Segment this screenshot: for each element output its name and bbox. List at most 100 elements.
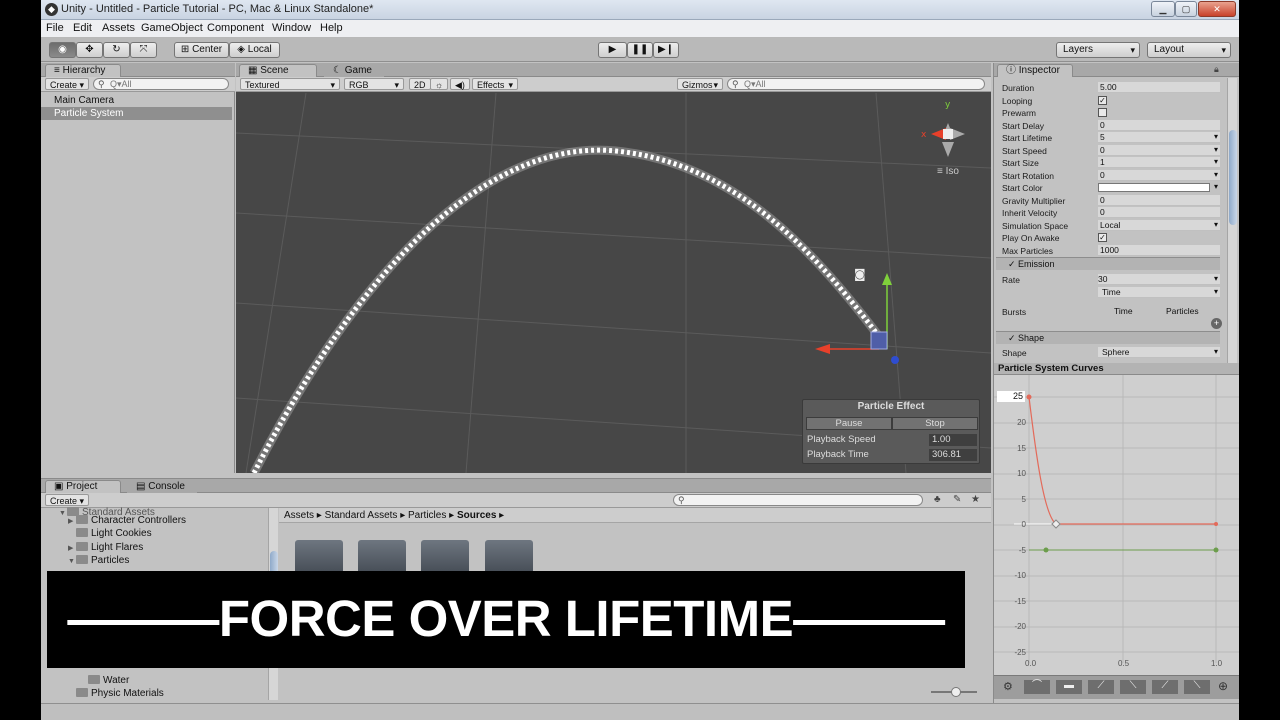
play-button[interactable]: ▶ — [598, 42, 627, 58]
scene-search-input[interactable]: Q▾All — [727, 78, 985, 90]
curve-max-field[interactable]: 25 — [997, 391, 1025, 402]
preset-curve-6-icon[interactable]: ⟍ — [1184, 680, 1210, 694]
preset-curve-2-icon[interactable]: ▬ — [1056, 680, 1082, 694]
tab-hierarchy[interactable]: ≡ Hierarchy — [45, 64, 121, 77]
tab-inspector[interactable]: ⓘ Inspector — [997, 64, 1073, 77]
curve-key-end[interactable] — [1214, 522, 1218, 526]
effects-dropdown[interactable]: Effects — [472, 78, 518, 91]
curve-key-green-b[interactable] — [1213, 547, 1219, 553]
lighting-sun-icon[interactable]: ☼ — [430, 78, 449, 90]
menu-window[interactable]: Window — [272, 22, 311, 34]
tab-game[interactable]: ☾ Game — [324, 64, 384, 77]
emission-rate-mode-dropdown[interactable]: Time — [1098, 286, 1220, 298]
tree-light-cookies[interactable]: Light Cookies — [68, 528, 152, 541]
hierarchy-item-main-camera[interactable]: Main Camera — [41, 94, 232, 107]
presets-add-icon[interactable]: ⊕ — [1218, 679, 1228, 693]
shape-dropdown[interactable]: Sphere — [1098, 346, 1220, 358]
prop-checkbox[interactable] — [1098, 108, 1107, 117]
tab-scene[interactable]: ▦ Scene — [239, 64, 317, 77]
prop-value-field[interactable]: 0 — [1098, 144, 1220, 156]
asset-folder-1-icon[interactable] — [295, 540, 343, 574]
prop-value-field[interactable]: 5.00 — [1098, 82, 1220, 93]
particle-emitter-cube[interactable] — [870, 331, 888, 350]
add-burst-plus-icon[interactable]: + — [1211, 318, 1222, 329]
prop-value-field[interactable]: 0 — [1098, 194, 1220, 206]
icon-size-slider-knob[interactable] — [951, 687, 961, 697]
prop-value-field[interactable]: 0 — [1098, 207, 1220, 218]
project-search-input[interactable] — [673, 494, 923, 506]
tab-project[interactable]: ▣ Project — [45, 480, 121, 493]
menu-edit[interactable]: Edit — [73, 22, 92, 34]
curve-editor[interactable] — [994, 375, 1239, 675]
particle-pause-button[interactable]: Pause — [806, 417, 892, 430]
orientation-gizmo[interactable]: y x — [921, 100, 965, 157]
menu-gameobject[interactable]: GameObject — [141, 22, 203, 34]
curve-key-start[interactable] — [1026, 394, 1032, 400]
layers-dropdown[interactable]: Layers — [1056, 42, 1140, 58]
breadcrumb-sources[interactable]: Sources — [457, 510, 496, 521]
lock-icon[interactable]: 🔒︎ — [1214, 64, 1219, 75]
menu-help[interactable]: Help — [320, 22, 343, 34]
view-tool-eye-icon[interactable]: ◉ — [49, 42, 76, 58]
move-tool-icon[interactable]: ✥ — [76, 42, 103, 58]
maximize-button[interactable]: ▢ — [1175, 1, 1197, 17]
pause-button[interactable]: ❚❚ — [627, 42, 653, 58]
curve-key-green-a[interactable] — [1043, 547, 1049, 553]
prop-checkbox[interactable]: ✓ — [1098, 95, 1107, 105]
prop-value-field[interactable]: Local — [1098, 219, 1220, 231]
pivot-center-button[interactable]: ⊞ Center — [174, 42, 229, 58]
step-button[interactable]: ▶❙ — [653, 42, 679, 58]
menu-component[interactable]: Component — [207, 22, 264, 34]
favorite-star-icon[interactable]: ★ — [971, 494, 980, 505]
playback-time-field[interactable]: 306.81 — [929, 449, 977, 461]
pivot-space-button[interactable]: ◈ Local — [229, 42, 280, 58]
preset-curve-5-icon[interactable]: ⟋ — [1152, 680, 1178, 694]
filter-label-icon[interactable]: ✎ — [953, 494, 961, 505]
close-button[interactable]: ✕ — [1198, 1, 1236, 17]
inspector-scroll-thumb[interactable] — [1229, 130, 1237, 225]
inspector-scrollbar[interactable] — [1227, 78, 1237, 363]
prop-value-field[interactable]: 0 — [1098, 169, 1220, 181]
tree-character-controllers[interactable]: ▶ Character Controllers — [68, 515, 186, 528]
gizmo-z-handle[interactable] — [891, 356, 899, 364]
tree-water[interactable]: Water — [88, 675, 129, 688]
render-mode-dropdown[interactable]: Textured — [240, 78, 340, 91]
rotate-tool-icon[interactable]: ↻ — [103, 42, 130, 58]
gizmo-x-arrow[interactable] — [815, 344, 830, 354]
breadcrumb-particles[interactable]: Particles — [408, 510, 446, 521]
tab-console[interactable]: ▤ Console — [127, 480, 197, 493]
presets-gear-icon[interactable]: ⚙ — [1003, 680, 1013, 693]
particle-stop-button[interactable]: Stop — [892, 417, 978, 430]
minimize-button[interactable]: ▁ — [1151, 1, 1175, 17]
breadcrumb-assets[interactable]: Assets — [284, 510, 314, 521]
tree-particles[interactable]: ▼ Particles — [68, 555, 129, 568]
hierarchy-item-particle-system[interactable]: Particle System — [41, 107, 232, 120]
prop-value-field[interactable]: 5 — [1098, 131, 1220, 143]
asset-folder-3-icon[interactable] — [421, 540, 469, 574]
project-create-button[interactable]: Create ▾ — [45, 494, 90, 506]
playback-speed-field[interactable]: 1.00 — [929, 434, 977, 446]
preset-curve-4-icon[interactable]: ⟍ — [1120, 680, 1146, 694]
toggle-2d-button[interactable]: 2D — [409, 78, 431, 90]
prop-color-field[interactable] — [1098, 181, 1220, 193]
prop-value-field[interactable]: 1 — [1098, 156, 1220, 168]
asset-folder-2-icon[interactable] — [358, 540, 406, 574]
scale-tool-icon[interactable]: ⤧ — [130, 42, 157, 58]
color-mode-dropdown[interactable]: RGB — [344, 78, 404, 91]
tree-light-flares[interactable]: ▶ Light Flares — [68, 542, 143, 555]
shape-section-header[interactable]: ✓ Shape — [996, 331, 1220, 344]
emission-section-header[interactable]: ✓ Emission — [996, 257, 1220, 270]
layout-dropdown[interactable]: Layout — [1147, 42, 1231, 58]
projection-label[interactable]: ≡ Iso — [937, 166, 959, 177]
prop-checkbox[interactable]: ✓ — [1098, 233, 1107, 242]
menu-assets[interactable]: Assets — [102, 22, 135, 34]
breadcrumb-standard-assets[interactable]: Standard Assets — [325, 510, 398, 521]
menu-file[interactable]: File — [46, 22, 64, 34]
emission-rate-field[interactable]: 30 — [1098, 273, 1220, 285]
asset-folder-4-icon[interactable] — [485, 540, 533, 574]
hierarchy-search-input[interactable]: Q▾All — [93, 78, 229, 90]
tree-physic-materials[interactable]: Physic Materials — [68, 688, 164, 701]
audio-speaker-icon[interactable]: ◀) — [450, 78, 470, 90]
filter-type-icon[interactable]: ♣ — [934, 494, 941, 505]
gizmos-dropdown[interactable]: Gizmos — [677, 78, 723, 91]
